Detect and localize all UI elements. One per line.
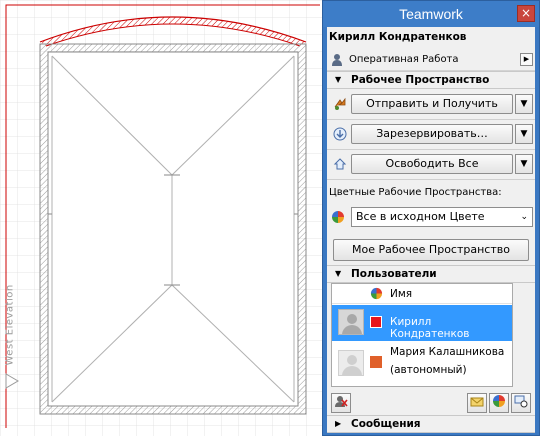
project-row: Оперативная Работа ▶	[327, 49, 535, 71]
current-user-name: Кирилл Кондратенков	[329, 31, 467, 43]
palette-title: Teamwork	[399, 6, 463, 22]
avatar	[338, 309, 364, 335]
palette-title-bar[interactable]: Teamwork ×	[323, 1, 539, 27]
user-name: Мария Калашникова	[390, 346, 505, 358]
color-wheel-icon	[370, 287, 383, 303]
color-workspaces-label: Цветные Рабочие Пространства:	[329, 187, 502, 198]
disconnect-user-icon[interactable]	[331, 393, 351, 413]
list-item[interactable]: Кирилл Кондратенков	[332, 305, 512, 341]
collapse-triangle-icon: ▼	[335, 75, 342, 84]
release-all-row: Освободить Все ▼	[327, 151, 535, 177]
users-section-header[interactable]: ▼ Пользователи	[327, 265, 535, 283]
close-icon[interactable]: ×	[517, 5, 535, 22]
list-item[interactable]: Мария Калашникова (автономный)	[332, 342, 512, 386]
drawing-canvas[interactable]: West Elevation	[0, 0, 322, 436]
my-workspace-button[interactable]: Мое Рабочее Пространство	[333, 239, 529, 261]
release-all-dropdown-icon[interactable]: ▼	[515, 154, 533, 174]
project-label: Оперативная Работа	[349, 54, 459, 65]
release-all-button[interactable]: Освободить Все	[351, 154, 513, 174]
project-menu-icon[interactable]: ▶	[520, 53, 533, 66]
divider	[327, 149, 535, 150]
user-status: (автономный)	[390, 364, 467, 376]
avatar	[338, 350, 364, 376]
color-mode-value: Все в исходном Цвете	[356, 210, 485, 223]
color-mode-select[interactable]: Все в исходном Цвете ⌄	[351, 207, 533, 227]
user-color-icon[interactable]	[489, 393, 509, 413]
reserve-row: Зарезервировать… ▼	[327, 121, 535, 147]
teamwork-palette: Teamwork × Кирилл Кондратенков Оперативн…	[322, 0, 540, 436]
divider	[327, 119, 535, 120]
elevation-label: West Elevation	[4, 284, 16, 366]
messages-header-label: Сообщения	[351, 418, 421, 430]
send-receive-row: Отправить и Получить ▼	[327, 91, 535, 117]
send-receive-button[interactable]: Отправить и Получить	[351, 94, 513, 114]
send-message-icon[interactable]	[467, 393, 487, 413]
users-list[interactable]: Имя Кирилл Кондратенков Мария Калашников…	[331, 283, 513, 387]
elevation-drawing	[0, 0, 322, 436]
user-color-swatch	[370, 316, 382, 328]
user-settings-icon[interactable]	[511, 393, 531, 413]
color-wheel-icon	[331, 210, 345, 227]
user-name: Кирилл Кондратенков	[390, 316, 470, 340]
user-icon	[331, 53, 343, 70]
reserve-button[interactable]: Зарезервировать…	[351, 124, 513, 144]
send-receive-dropdown-icon[interactable]: ▼	[515, 94, 533, 114]
divider	[327, 179, 535, 180]
reserve-dropdown-icon[interactable]: ▼	[515, 124, 533, 144]
send-receive-icon	[333, 97, 347, 111]
release-all-icon	[333, 157, 347, 171]
workspace-section-header[interactable]: ▼ Рабочее Пространство	[327, 71, 535, 89]
palette-body: Кирилл Кондратенков Оперативная Работа ▶…	[327, 27, 535, 433]
collapse-triangle-icon: ▼	[335, 269, 342, 278]
users-list-header[interactable]: Имя	[332, 284, 512, 304]
users-toolbar	[327, 393, 535, 415]
user-color-swatch	[370, 356, 382, 368]
chevron-down-icon: ⌄	[520, 212, 528, 222]
name-column-header: Имя	[390, 288, 413, 300]
workspace-header-label: Рабочее Пространство	[351, 74, 490, 86]
messages-section-header[interactable]: ▶ Сообщения	[327, 415, 535, 433]
reserve-icon	[333, 127, 347, 141]
users-header-label: Пользователи	[351, 268, 437, 280]
expand-triangle-icon: ▶	[335, 419, 342, 428]
